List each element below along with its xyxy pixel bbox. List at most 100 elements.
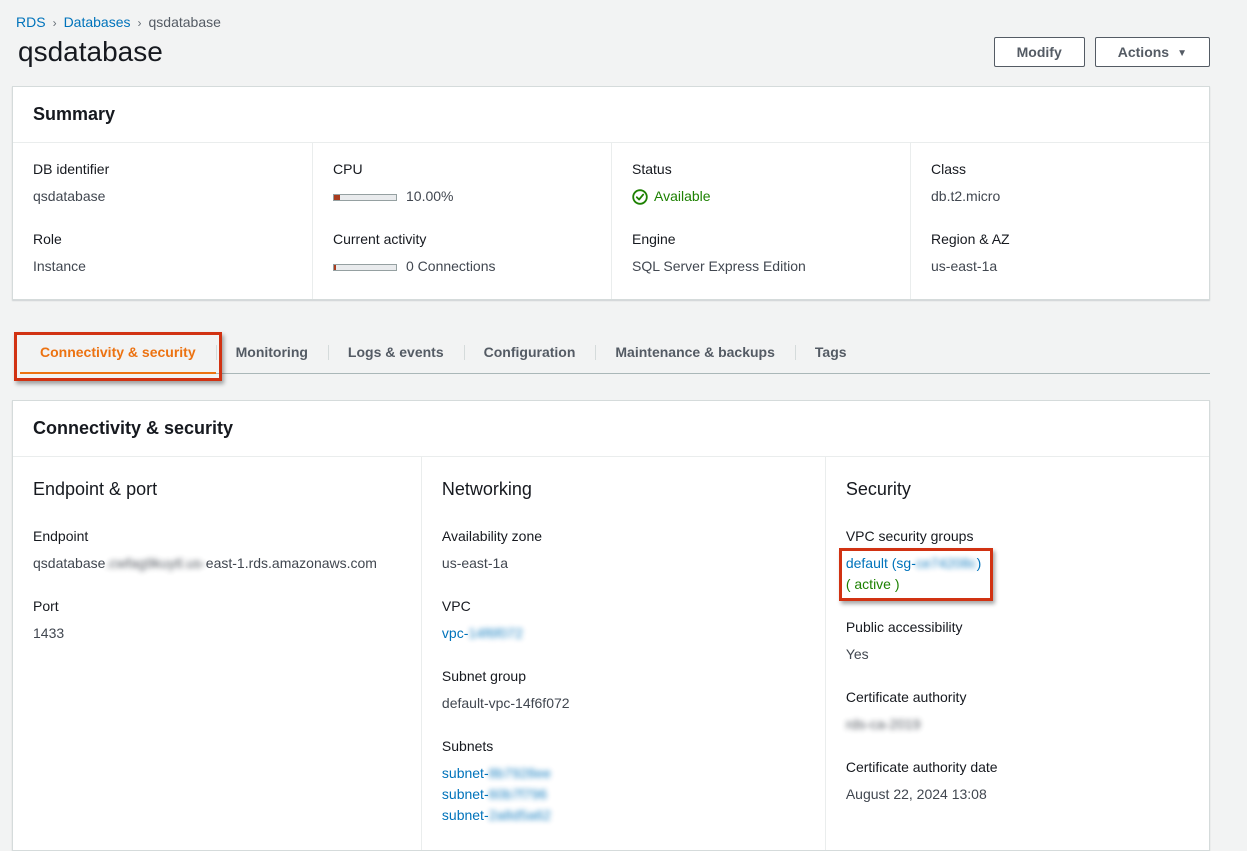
- endpoint-field: Endpoint qsdatabase.cwfag9kuytl.us-east-…: [33, 528, 401, 574]
- subnet-prefix: subnet-: [442, 807, 489, 823]
- db-identifier-field: DB identifier qsdatabase: [33, 161, 292, 207]
- availability-zone-label: Availability zone: [442, 528, 805, 544]
- certificate-authority-date-label: Certificate authority date: [846, 759, 1189, 775]
- vpc-link[interactable]: vpc-14f6f072: [442, 623, 805, 644]
- vpc-field: VPC vpc-14f6f072: [442, 598, 805, 644]
- certificate-authority-label: Certificate authority: [846, 689, 1189, 705]
- tab-connectivity-security-label: Connectivity & security: [40, 344, 196, 360]
- engine-label: Engine: [632, 231, 890, 247]
- vpc-security-groups-label: VPC security groups: [846, 528, 1189, 544]
- connectivity-card: Connectivity & security Endpoint & port …: [12, 400, 1210, 851]
- region-az-value: us-east-1a: [931, 256, 1189, 277]
- summary-card: Summary DB identifier qsdatabase Role In…: [12, 86, 1210, 300]
- breadcrumb-current: qsdatabase: [149, 14, 221, 30]
- endpoint-port-title: Endpoint & port: [33, 479, 401, 500]
- subnet-link[interactable]: subnet-60b7f796: [442, 784, 805, 805]
- role-value: Instance: [33, 256, 292, 277]
- tab-logs-events[interactable]: Logs & events: [328, 334, 464, 373]
- modify-button[interactable]: Modify: [994, 37, 1085, 67]
- region-az-field: Region & AZ us-east-1a: [931, 231, 1189, 277]
- security-group-status: ( active ): [846, 574, 981, 595]
- summary-col-class: Class db.t2.micro Region & AZ us-east-1a: [910, 143, 1209, 299]
- current-activity-field: Current activity 0 Connections: [333, 231, 591, 277]
- breadcrumb-rds[interactable]: RDS: [16, 14, 46, 30]
- tab-connectivity-security[interactable]: Connectivity & security: [20, 334, 216, 374]
- subnets-label: Subnets: [442, 738, 805, 754]
- status-value: Available: [632, 186, 890, 207]
- summary-col-status: Status Available Engine SQL Server Expre…: [611, 143, 910, 299]
- vpc-redacted: 14f6f072: [468, 625, 523, 641]
- breadcrumb-databases[interactable]: Databases: [64, 14, 131, 30]
- activity-gauge: [333, 264, 397, 271]
- actions-dropdown-button[interactable]: Actions ▼: [1095, 37, 1210, 67]
- class-value: db.t2.micro: [931, 186, 1189, 207]
- endpoint-redacted: .cwfag9kuytl.us-: [105, 555, 205, 571]
- cpu-value: 10.00%: [333, 186, 591, 207]
- current-activity-value: 0 Connections: [333, 256, 591, 277]
- current-activity-label: Current activity: [333, 231, 591, 247]
- db-identifier-value: qsdatabase: [33, 186, 292, 207]
- security-group-link[interactable]: default (sg-ce74208c): [846, 553, 981, 574]
- subnets-field: Subnets subnet-8b7928ee subnet-60b7f796 …: [442, 738, 805, 826]
- activity-gauge-fill: [334, 265, 336, 270]
- certificate-authority-value: rds-ca-2019: [846, 714, 1189, 735]
- connectivity-card-header: Connectivity & security: [13, 401, 1209, 457]
- cpu-label: CPU: [333, 161, 591, 177]
- public-accessibility-field: Public accessibility Yes: [846, 619, 1189, 665]
- status-label: Status: [632, 161, 890, 177]
- status-available-icon: [632, 189, 648, 205]
- cpu-percent-text: 10.00%: [406, 188, 453, 204]
- status-available-text: Available: [654, 186, 711, 207]
- summary-card-header: Summary: [13, 87, 1209, 143]
- tab-monitoring[interactable]: Monitoring: [216, 334, 328, 373]
- subnet-redacted: 60b7f796: [489, 786, 547, 802]
- actions-button-label: Actions: [1118, 44, 1169, 60]
- endpoint-port-column: Endpoint & port Endpoint qsdatabase.cwfa…: [13, 457, 421, 850]
- endpoint-prefix: qsdatabase: [33, 555, 105, 571]
- subnet-group-field: Subnet group default-vpc-14f6f072: [442, 668, 805, 714]
- subnet-link[interactable]: subnet-2a8d5a62: [442, 805, 805, 826]
- availability-zone-field: Availability zone us-east-1a: [442, 528, 805, 574]
- security-group-redacted: ce74208c: [916, 555, 977, 571]
- certificate-authority-date-field: Certificate authority date August 22, 20…: [846, 759, 1189, 805]
- endpoint-label: Endpoint: [33, 528, 401, 544]
- public-accessibility-label: Public accessibility: [846, 619, 1189, 635]
- vpc-prefix: vpc-: [442, 625, 468, 641]
- tab-configuration[interactable]: Configuration: [464, 334, 596, 373]
- db-identifier-label: DB identifier: [33, 161, 292, 177]
- summary-title: Summary: [33, 104, 1189, 125]
- networking-title: Networking: [442, 479, 805, 500]
- engine-value: SQL Server Express Edition: [632, 256, 890, 277]
- role-field: Role Instance: [33, 231, 292, 277]
- chevron-down-icon: ▼: [1177, 48, 1187, 59]
- subnet-group-label: Subnet group: [442, 668, 805, 684]
- summary-col-metrics: CPU 10.00% Current activity 0 Connection…: [312, 143, 611, 299]
- class-field: Class db.t2.micro: [931, 161, 1189, 207]
- tab-maintenance-backups[interactable]: Maintenance & backups: [595, 334, 795, 373]
- cpu-field: CPU 10.00%: [333, 161, 591, 207]
- security-title: Security: [846, 479, 1189, 500]
- port-value: 1433: [33, 623, 401, 644]
- vpc-label: VPC: [442, 598, 805, 614]
- certificate-authority-field: Certificate authority rds-ca-2019: [846, 689, 1189, 735]
- availability-zone-value: us-east-1a: [442, 553, 805, 574]
- breadcrumb-separator-icon: ›: [138, 16, 142, 30]
- subnet-link[interactable]: subnet-8b7928ee: [442, 763, 805, 784]
- vpc-security-groups-field: VPC security groups default (sg-ce74208c…: [846, 528, 1189, 595]
- subnet-prefix: subnet-: [442, 765, 489, 781]
- page-title: qsdatabase: [18, 36, 163, 68]
- endpoint-suffix: east-1.rds.amazonaws.com: [206, 555, 377, 571]
- tab-tags[interactable]: Tags: [795, 334, 867, 373]
- detail-tabs: Connectivity & security Monitoring Logs …: [20, 334, 1210, 374]
- breadcrumb: RDS›Databases›qsdatabase: [0, 0, 1247, 32]
- security-group-prefix: default (sg-: [846, 555, 916, 571]
- status-field: Status Available: [632, 161, 890, 207]
- subnet-prefix: subnet-: [442, 786, 489, 802]
- engine-field: Engine SQL Server Express Edition: [632, 231, 890, 277]
- connectivity-title: Connectivity & security: [33, 418, 1189, 439]
- cpu-gauge-fill: [334, 195, 340, 200]
- security-group-wrap: default (sg-ce74208c) ( active ): [846, 553, 981, 595]
- role-label: Role: [33, 231, 292, 247]
- subnet-redacted: 8b7928ee: [489, 765, 551, 781]
- endpoint-value: qsdatabase.cwfag9kuytl.us-east-1.rds.ama…: [33, 553, 401, 574]
